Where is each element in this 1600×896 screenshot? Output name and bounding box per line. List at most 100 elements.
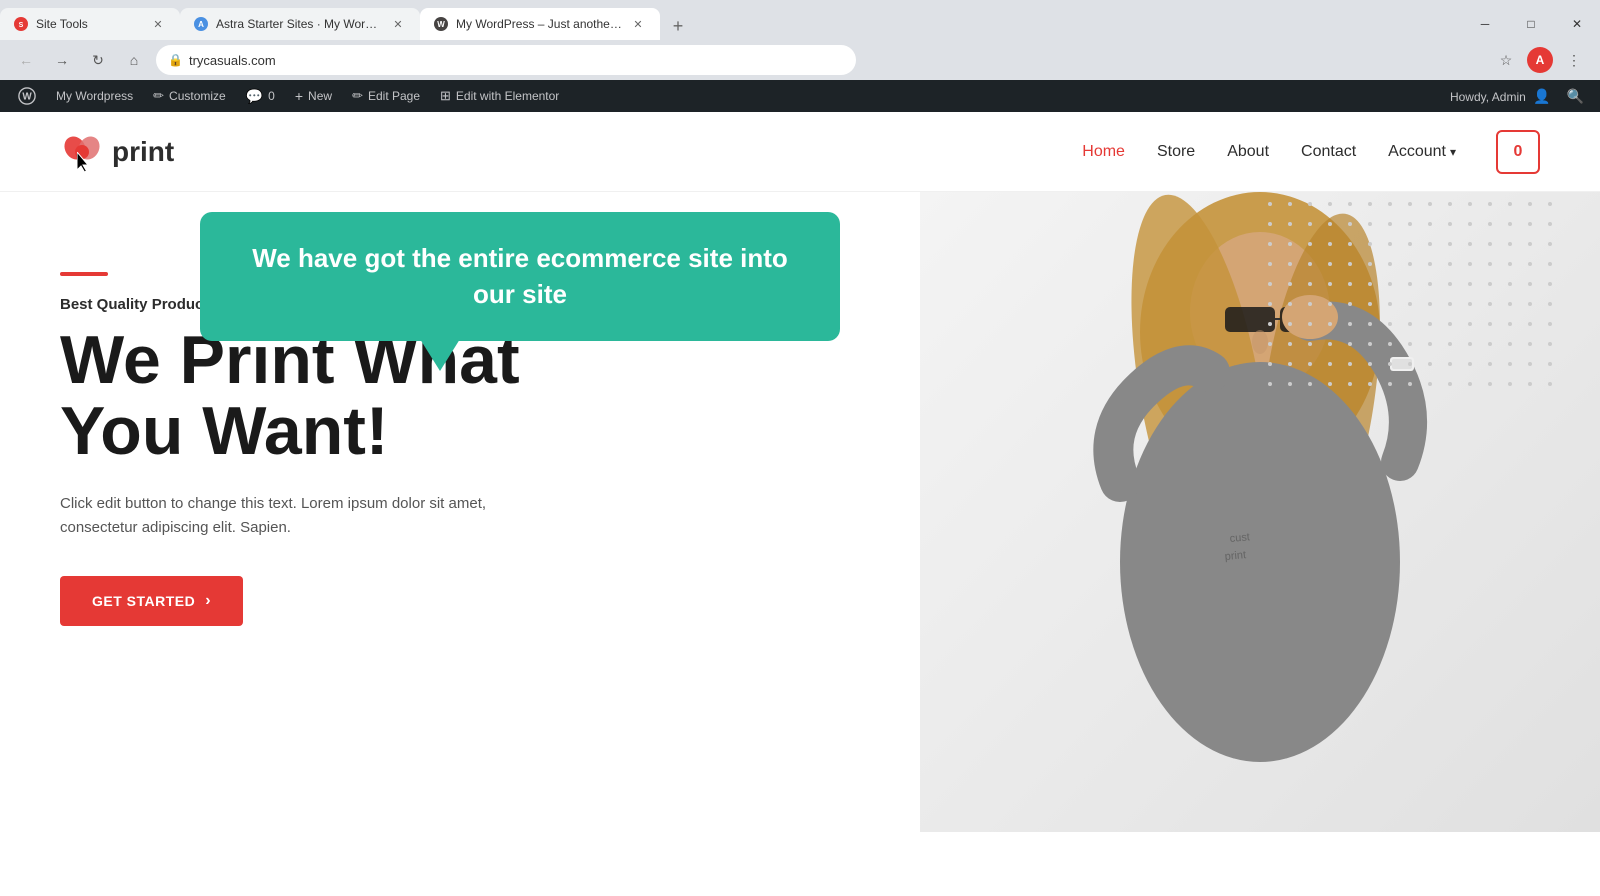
site-logo[interactable]: print: [60, 130, 174, 174]
edit-page-item[interactable]: ✏ Edit Page: [342, 80, 430, 112]
comments-item[interactable]: 💬 0: [236, 80, 285, 112]
tab-title-3: My WordPress – Just another W...: [456, 17, 622, 31]
dot: [1468, 302, 1472, 306]
tab-title-2: Astra Starter Sites · My Wordpre...: [216, 17, 382, 31]
home-button[interactable]: ⌂: [120, 46, 148, 74]
dot: [1288, 382, 1292, 386]
address-bar: ← → ↻ ⌂ 🔒 trycasuals.com ☆ A ⋮: [0, 40, 1600, 80]
maximize-button[interactable]: □: [1508, 8, 1554, 40]
dot: [1548, 282, 1552, 286]
dot: [1428, 302, 1432, 306]
profile-avatar[interactable]: A: [1526, 46, 1554, 74]
nav-store[interactable]: Store: [1157, 143, 1195, 161]
url-text: trycasuals.com: [189, 53, 844, 68]
edit-page-label: Edit Page: [368, 89, 420, 103]
tab-close-2[interactable]: ✕: [390, 16, 406, 32]
howdy-text[interactable]: Howdy, Admin 👤: [1442, 88, 1559, 105]
dot: [1388, 342, 1392, 346]
dot: [1368, 242, 1372, 246]
edit-elementor-item[interactable]: ⊞ Edit with Elementor: [430, 80, 569, 112]
tab-site-tools[interactable]: S Site Tools ✕: [0, 8, 180, 40]
dot: [1368, 282, 1372, 286]
dot: [1308, 222, 1312, 226]
reload-button[interactable]: ↻: [84, 46, 112, 74]
svg-text:S: S: [19, 22, 24, 29]
customize-item[interactable]: ✏ Customize: [143, 80, 236, 112]
dot: [1428, 322, 1432, 326]
tab-close-3[interactable]: ✕: [630, 16, 646, 32]
dot: [1468, 262, 1472, 266]
dot: [1468, 382, 1472, 386]
dot: [1468, 282, 1472, 286]
dot: [1528, 262, 1532, 266]
nav-contact[interactable]: Contact: [1301, 143, 1356, 161]
close-button[interactable]: ✕: [1554, 8, 1600, 40]
dot: [1408, 282, 1412, 286]
dot: [1268, 342, 1272, 346]
hero-description: Click edit button to change this text. L…: [60, 492, 540, 540]
dot: [1268, 302, 1272, 306]
dot: [1308, 282, 1312, 286]
dot: [1448, 302, 1452, 306]
wp-logo-item[interactable]: W: [8, 80, 46, 112]
comments-icon: 💬: [246, 88, 263, 105]
wp-search-icon[interactable]: 🔍: [1559, 88, 1592, 105]
dot: [1548, 202, 1552, 206]
tab-wordpress[interactable]: W My WordPress – Just another W... ✕: [420, 8, 660, 40]
cta-arrow-icon: ›: [205, 592, 211, 610]
new-item[interactable]: + New: [285, 80, 342, 112]
dot: [1268, 222, 1272, 226]
dot: [1348, 382, 1352, 386]
dot: [1268, 202, 1272, 206]
tab-title-1: Site Tools: [36, 17, 142, 31]
dot: [1528, 282, 1532, 286]
speech-text: We have got the entire ecommerce site in…: [236, 240, 804, 313]
cta-button[interactable]: GET STARTED ›: [60, 576, 243, 626]
dot: [1548, 302, 1552, 306]
dot: [1408, 202, 1412, 206]
dot: [1508, 282, 1512, 286]
cart-button[interactable]: 0: [1496, 130, 1540, 174]
dot: [1448, 362, 1452, 366]
extensions-icon[interactable]: ⋮: [1560, 46, 1588, 74]
dot: [1548, 242, 1552, 246]
bookmark-icon[interactable]: ☆: [1492, 46, 1520, 74]
forward-button[interactable]: →: [48, 46, 76, 74]
minimize-button[interactable]: ─: [1462, 8, 1508, 40]
dot: [1528, 242, 1532, 246]
dot: [1268, 322, 1272, 326]
cta-label: GET STARTED: [92, 593, 195, 609]
dot: [1288, 302, 1292, 306]
dot: [1388, 362, 1392, 366]
dot: [1488, 322, 1492, 326]
dot: [1288, 282, 1292, 286]
dot: [1328, 362, 1332, 366]
dot: [1448, 202, 1452, 206]
nav-home[interactable]: Home: [1082, 143, 1125, 161]
dot: [1468, 202, 1472, 206]
nav-account[interactable]: Account ▾: [1388, 143, 1456, 161]
dot: [1528, 302, 1532, 306]
dot: [1408, 242, 1412, 246]
tab-astra[interactable]: A Astra Starter Sites · My Wordpre... ✕: [180, 8, 420, 40]
main-content: We have got the entire ecommerce site in…: [0, 192, 1600, 896]
dot: [1428, 342, 1432, 346]
dot: [1508, 302, 1512, 306]
dot: [1388, 322, 1392, 326]
url-input[interactable]: 🔒 trycasuals.com: [156, 45, 856, 75]
back-button[interactable]: ←: [12, 46, 40, 74]
nav-about[interactable]: About: [1227, 143, 1269, 161]
elementor-icon: ⊞: [440, 88, 451, 104]
dot: [1288, 362, 1292, 366]
tab-favicon-2: A: [194, 17, 208, 31]
my-wordpress-item[interactable]: My Wordpress: [46, 80, 143, 112]
dot: [1508, 342, 1512, 346]
site-header: print Home Store About Contact Account ▾…: [0, 112, 1600, 192]
svg-text:cust: cust: [1229, 531, 1250, 545]
new-tab-button[interactable]: +: [664, 12, 692, 40]
dot: [1288, 222, 1292, 226]
dot: [1548, 222, 1552, 226]
tab-close-1[interactable]: ✕: [150, 16, 166, 32]
dot: [1548, 342, 1552, 346]
dot: [1528, 322, 1532, 326]
